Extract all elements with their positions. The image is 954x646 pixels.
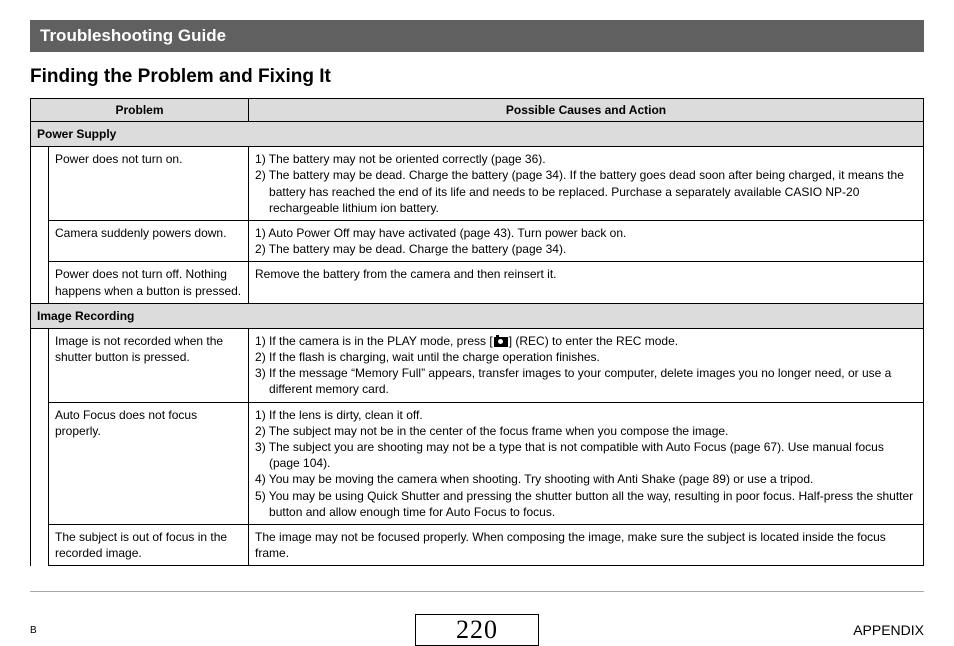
camera-icon [494,337,508,347]
problem-cell: The subject is out of focus in the recor… [49,524,249,565]
cause-line: 3) The subject you are shooting may not … [255,439,917,471]
cause-line: 1) If the lens is dirty, clean it off. [255,407,917,423]
indent-cell [31,147,49,304]
action-cell: The image may not be focused properly. W… [249,524,924,565]
section-power-supply: Power Supply [31,122,924,147]
footer-left-mark: B [30,625,37,636]
cause-line: 1) Auto Power Off may have activated (pa… [255,225,917,241]
cause-line: 1) If the camera is in the PLAY mode, pr… [255,333,917,349]
action-cell: 1) The battery may not be oriented corre… [249,147,924,221]
problem-cell: Power does not turn on. [49,147,249,221]
cause-line: 2) If the flash is charging, wait until … [255,349,917,365]
cause-line: 1) The battery may not be oriented corre… [255,151,917,167]
footer-appendix-label: APPENDIX [853,622,924,638]
cause-line: 2) The battery may be dead. Charge the b… [255,167,917,216]
col-header-action: Possible Causes and Action [249,99,924,122]
indent-cell [31,328,49,565]
cause-line: The image may not be focused properly. W… [255,530,886,560]
action-cell: 1) If the lens is dirty, clean it off. 2… [249,402,924,524]
page-subheader: Finding the Problem and Fixing It [30,66,924,88]
cause-line: 2) The battery may be dead. Charge the b… [255,241,917,257]
cause-post: ] (REC) to enter the REC mode. [509,334,678,348]
action-cell: 1) Auto Power Off may have activated (pa… [249,220,924,261]
cause-line: 5) You may be using Quick Shutter and pr… [255,488,917,520]
problem-cell: Power does not turn off. Nothing happens… [49,262,249,303]
cause-line: 3) If the message “Memory Full” appears,… [255,365,917,397]
cause-line: 2) The subject may not be in the center … [255,423,917,439]
cause-pre: 1) If the camera is in the PLAY mode, pr… [255,334,493,348]
section-image-recording: Image Recording [31,303,924,328]
cause-line: Remove the battery from the camera and t… [255,267,556,281]
cause-line: 4) You may be moving the camera when sho… [255,471,917,487]
troubleshooting-table: Problem Possible Causes and Action Power… [30,98,924,566]
page-footer: B 220 APPENDIX [0,622,954,638]
section-banner: Troubleshooting Guide [30,20,924,52]
problem-cell: Auto Focus does not focus properly. [49,402,249,524]
problem-cell: Camera suddenly powers down. [49,220,249,261]
action-cell: 1) If the camera is in the PLAY mode, pr… [249,328,924,402]
footer-rule [30,591,924,592]
action-cell: Remove the battery from the camera and t… [249,262,924,303]
col-header-problem: Problem [31,99,249,122]
problem-cell: Image is not recorded when the shutter b… [49,328,249,402]
page-number: 220 [415,614,539,646]
